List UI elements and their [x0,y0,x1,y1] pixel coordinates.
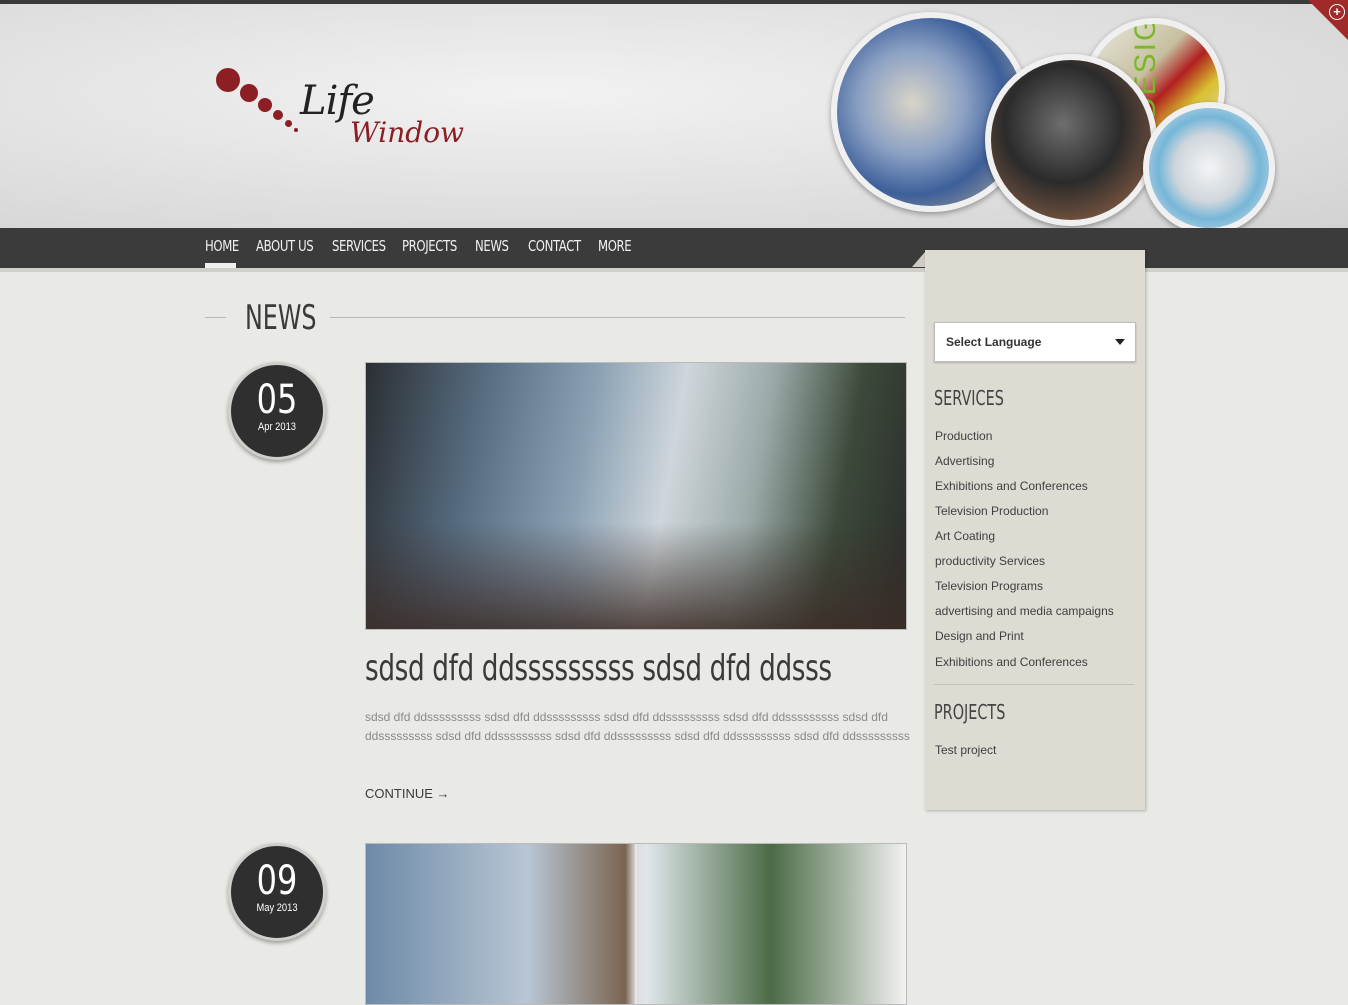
logo-dot [285,120,292,127]
sidebar-notch [912,252,925,267]
chevron-down-icon [1115,339,1125,345]
nav-active-indicator [205,263,236,268]
heading-rule [205,317,226,318]
heading-rule [330,317,905,318]
logo-dot [258,98,272,112]
nav-item-news[interactable]: NEWS [475,237,509,255]
services-heading: SERVICES [934,386,1004,410]
nav-item-services[interactable]: SERVICES [332,237,386,255]
nav-item-contact[interactable]: CONTACT [528,237,581,255]
logo-dot [216,68,240,92]
page-title: NEWS [245,298,317,338]
language-select[interactable]: Select Language [934,322,1136,362]
service-link[interactable]: Art Coating [935,529,995,543]
post-day: 05 [256,377,298,423]
post-title[interactable]: sdsd dfd ddsssssssss sdsd dfd ddsss [365,648,832,689]
site-header: Life Window DESIGN [0,4,1348,234]
post-image-outdoor[interactable] [365,843,907,1005]
service-link[interactable]: Television Programs [935,579,1043,593]
post-date-badge: 05 Apr 2013 [228,362,326,460]
post-day: 09 [256,858,298,904]
service-link[interactable]: Advertising [935,454,994,468]
site-logo[interactable]: Life Window [212,64,464,164]
image-divider [635,844,637,1004]
post-image-control-room[interactable] [365,362,907,630]
continue-link[interactable]: CONTINUE → [365,786,450,801]
service-link[interactable]: advertising and media campaigns [935,604,1114,618]
sidebar-divider [934,684,1134,685]
nav-item-more[interactable]: MORE [598,237,632,255]
camera-photo [985,54,1157,226]
service-link[interactable]: Exhibitions and Conferences [935,655,1088,669]
service-link[interactable]: Design and Print [935,629,1024,643]
service-link[interactable]: Production [935,429,992,443]
post-excerpt: sdsd dfd ddsssssssss sdsd dfd ddssssssss… [365,710,910,743]
sidebar: Select Language SERVICES Production Adve… [925,250,1145,810]
plus-icon[interactable]: + [1329,4,1345,20]
logo-word-window: Window [350,116,465,149]
logo-dot [273,110,283,120]
illustration-photo [1143,102,1275,234]
project-link[interactable]: Test project [935,743,996,757]
header-image-collage: DESIGN [825,10,1285,235]
logo-dot [240,84,258,102]
service-link[interactable]: productivity Services [935,554,1045,568]
main-nav: HOME ABOUT US SERVICES PROJECTS NEWS CON… [0,228,1348,272]
service-link[interactable]: Exhibitions and Conferences [935,479,1088,493]
post-date-badge: 09 May 2013 [228,843,326,941]
nav-item-projects[interactable]: PROJECTS [402,237,457,255]
service-link[interactable]: Television Production [935,504,1048,518]
language-select-label: Select Language [946,335,1042,349]
post-month: May 2013 [256,902,298,914]
post-month: Apr 2013 [258,421,296,433]
nav-item-about-us[interactable]: ABOUT US [256,237,314,255]
logo-dot [294,128,298,132]
nav-item-home[interactable]: HOME [205,237,239,255]
projects-heading: PROJECTS [934,700,1006,724]
